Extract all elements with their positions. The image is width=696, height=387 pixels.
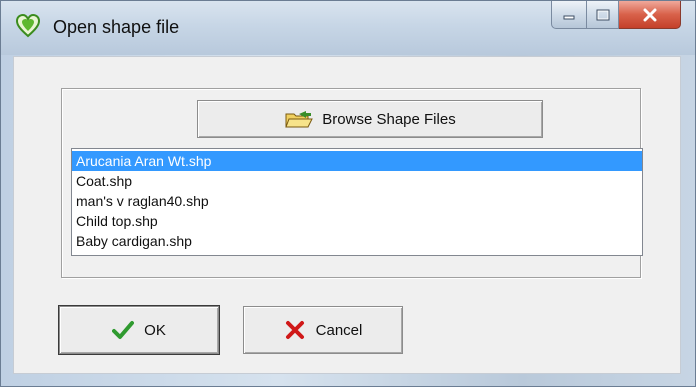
red-x-icon — [285, 321, 304, 339]
maximize-button[interactable] — [587, 1, 619, 29]
list-item[interactable]: Arucania Aran Wt.shp — [72, 151, 642, 171]
list-item[interactable]: Baby cardigan.shp — [72, 231, 642, 251]
window-title: Open shape file — [53, 17, 180, 37]
shape-file-list[interactable]: Arucania Aran Wt.shp Coat.shp man's v ragl… — [71, 148, 643, 256]
checkmark-icon — [112, 321, 135, 339]
minimize-icon — [563, 15, 575, 19]
maximize-icon — [596, 9, 609, 20]
ok-button-label: OK — [144, 321, 166, 339]
list-item[interactable]: Coat.shp — [72, 171, 642, 191]
dialog-client-area: Browse Shape Files Arucania Aran Wt.shp C… — [13, 56, 681, 374]
list-item[interactable]: Child top.shp — [72, 211, 642, 231]
title-bar[interactable]: Open shape file — [1, 1, 695, 55]
minimize-button[interactable] — [551, 1, 587, 29]
cancel-button[interactable]: Cancel — [243, 306, 403, 354]
open-shape-file-dialog: Open shape file Browse Shape Files Aruca… — [0, 0, 696, 387]
caption-buttons — [551, 1, 681, 31]
browse-button-label: Browse Shape Files — [322, 110, 456, 128]
cancel-button-label: Cancel — [315, 321, 363, 339]
browse-shape-files-button[interactable]: Browse Shape Files — [197, 100, 543, 138]
heart-shape-icon — [15, 13, 41, 38]
close-button[interactable] — [619, 1, 681, 29]
close-icon — [643, 8, 656, 21]
open-folder-icon — [285, 111, 314, 128]
ok-button[interactable]: OK — [59, 306, 219, 354]
list-item[interactable]: man's v raglan40.shp — [72, 191, 642, 211]
